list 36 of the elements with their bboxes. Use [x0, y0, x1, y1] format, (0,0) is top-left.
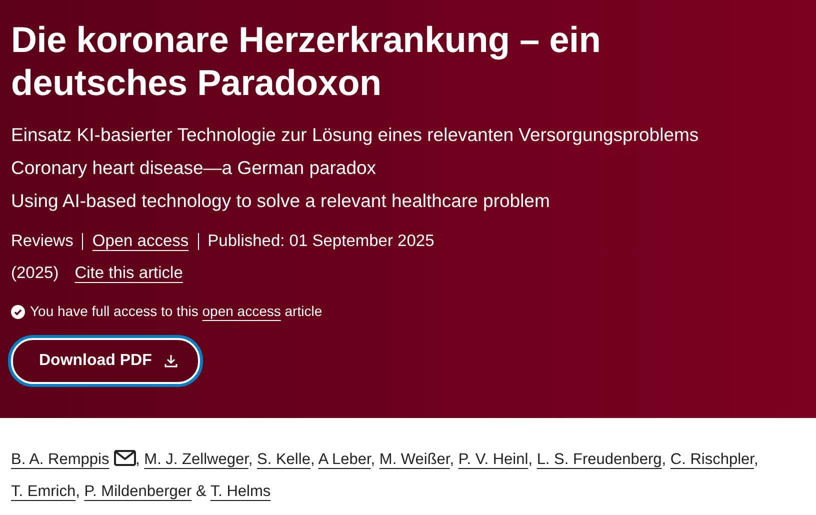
author-link[interactable]: T. Emrich [11, 483, 76, 500]
author-link[interactable]: M. J. Zellweger [144, 451, 248, 468]
author-separator: & [196, 483, 206, 500]
author-link[interactable]: P. Mildenberger [84, 483, 192, 500]
access-text: You have full access to this open access article [30, 302, 322, 321]
meta-text: Reviews [11, 231, 74, 252]
author-separator: , [450, 451, 454, 468]
author-link[interactable]: A Leber [318, 451, 371, 468]
author-link[interactable]: B. A. Remppis [11, 451, 110, 468]
author-separator: , [310, 451, 315, 468]
author-link[interactable]: L. S. Freudenberg [536, 451, 662, 468]
access-link[interactable]: open access [202, 303, 281, 319]
author-link[interactable]: C. Rischpler [670, 451, 754, 468]
author-link[interactable]: P. V. Heinl [458, 451, 528, 468]
meta-link[interactable]: Cite this article [74, 257, 183, 289]
article-title: Die koronare Herzerkrankung – ein deutsches Paradoxon [11, 18, 602, 104]
author-separator: , [370, 451, 376, 468]
check-circle-icon [11, 304, 25, 318]
author-link[interactable]: T. Helms [210, 483, 271, 500]
author-separator: , [754, 451, 758, 468]
meta-text: (2025) [11, 263, 59, 284]
article-subtitle: Using AI-based technology to solve a relevant healthcare problem [11, 189, 551, 213]
meta-text: Published: 01 September 2025 [208, 231, 434, 252]
article-subtitle: Einsatz KI-basierter Technologie zur Lösung eines relevanten Versorgungsproblems [11, 123, 700, 147]
download-icon [164, 354, 178, 368]
author-separator: , [662, 451, 666, 468]
author-separator: , [76, 483, 80, 500]
download-pdf-button[interactable]: Download PDF [11, 338, 200, 384]
envelope-icon[interactable] [114, 450, 136, 466]
author-separator: , [528, 451, 532, 468]
author-link[interactable]: S. Kelle [257, 451, 310, 468]
author-separator: , [248, 451, 253, 468]
author-link[interactable]: M. Weißer [379, 451, 450, 468]
article-subtitle: Coronary heart disease—a German paradox [11, 156, 378, 180]
author-separator: , [136, 451, 140, 468]
meta-link[interactable]: Open access [92, 225, 189, 257]
